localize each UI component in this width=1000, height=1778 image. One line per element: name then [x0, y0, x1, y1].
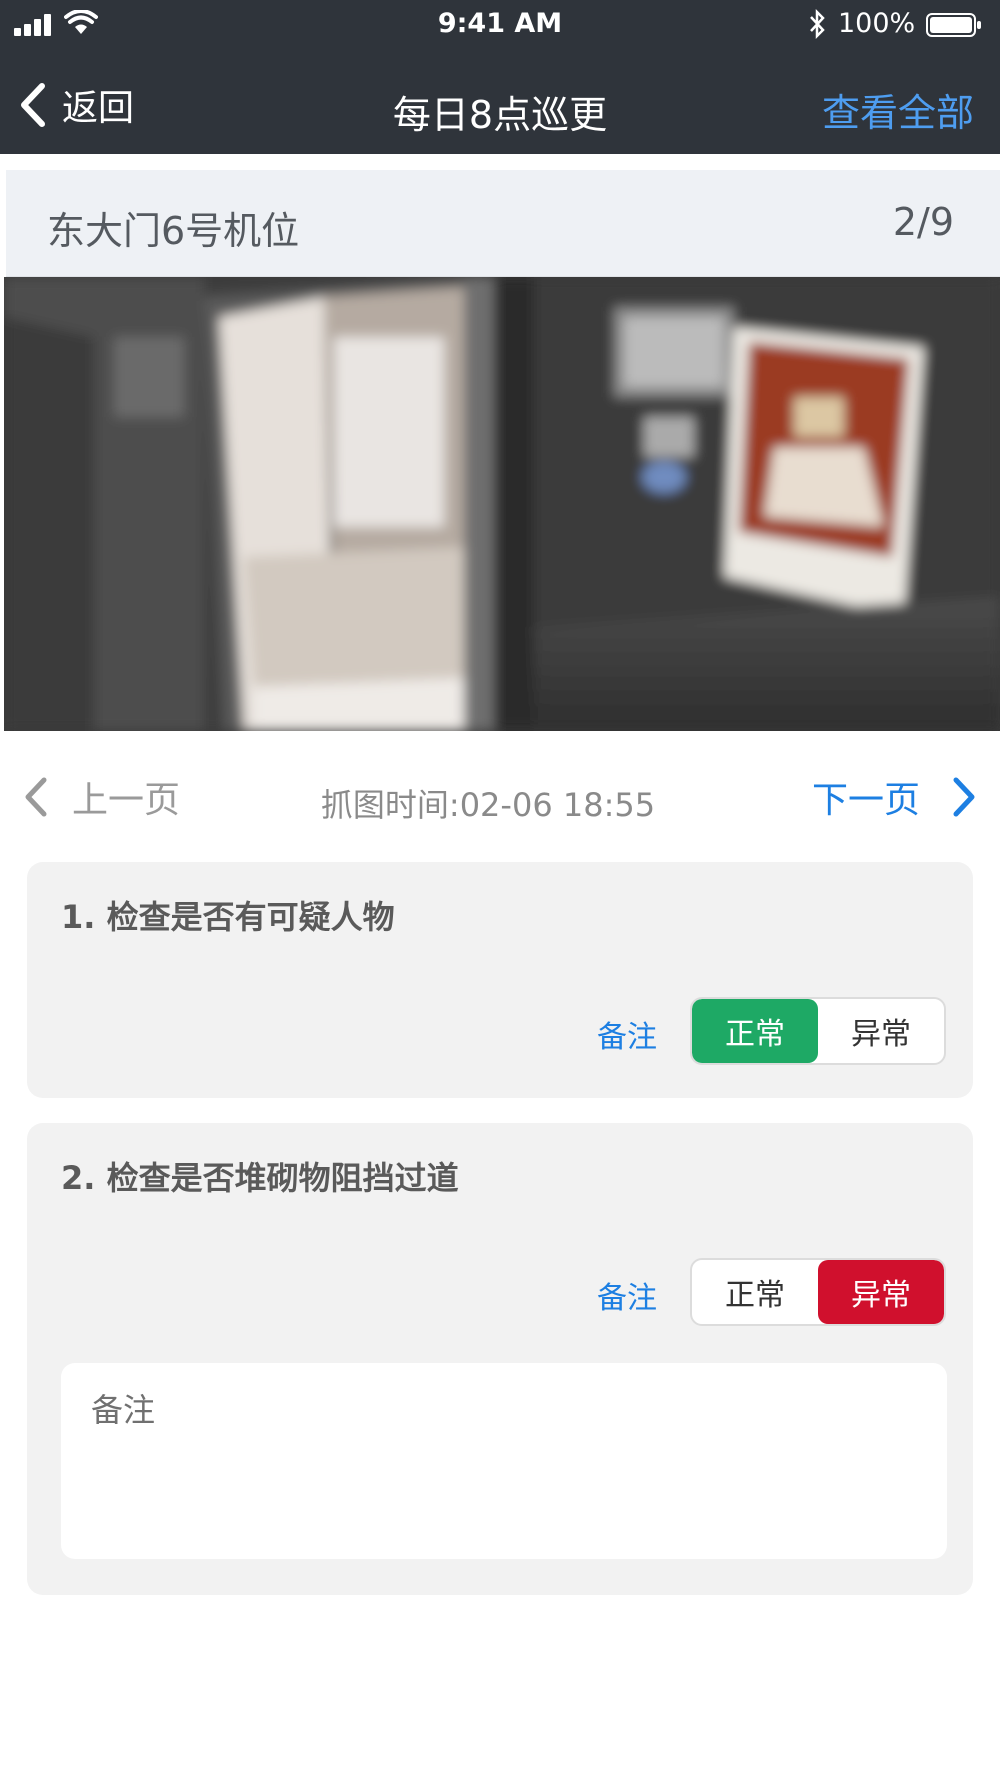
status-toggle: 正常 异常	[690, 1258, 946, 1326]
abnormal-option[interactable]: 异常	[818, 999, 944, 1063]
check-item-question: 1. 检查是否有可疑人物	[61, 898, 395, 936]
battery-icon	[926, 13, 981, 37]
chevron-left-icon	[21, 83, 45, 127]
note-button[interactable]: 备注	[597, 1012, 657, 1056]
view-all-button[interactable]: 查看全部	[822, 82, 974, 137]
next-page-button[interactable]: 下一页	[812, 772, 978, 822]
nav-bar: 返回 每日8点巡更 查看全部	[0, 62, 1000, 154]
battery-percent: 100%	[838, 8, 916, 39]
check-item-card: 1. 检查是否有可疑人物 备注 正常 异常	[27, 862, 973, 1098]
check-item-question: 2. 检查是否堆砌物阻挡过道	[61, 1159, 459, 1197]
check-item-card: 2. 检查是否堆砌物阻挡过道 备注 正常 异常	[27, 1123, 973, 1595]
normal-option[interactable]: 正常	[692, 999, 818, 1063]
next-page-label: 下一页	[811, 780, 920, 821]
abnormal-option[interactable]: 异常	[818, 1260, 944, 1324]
back-button[interactable]: 返回	[18, 78, 134, 132]
bluetooth-icon	[810, 8, 825, 40]
camera-name: 东大门6号机位	[47, 209, 300, 253]
camera-counter: 2/9	[892, 200, 954, 244]
camera-header: 东大门6号机位 2/9	[6, 170, 1000, 277]
chevron-right-icon	[953, 777, 975, 817]
app-header: 9:41 AM 100% 返回 每日8点巡更 查看全部	[0, 0, 1000, 154]
status-bar: 9:41 AM 100%	[0, 0, 1000, 50]
snapshot-image	[4, 277, 1000, 731]
note-button[interactable]: 备注	[597, 1273, 657, 1317]
pager: 上一页 抓图时间:02-06 18:55 下一页	[0, 760, 1000, 836]
remark-input[interactable]	[61, 1363, 947, 1559]
normal-option[interactable]: 正常	[692, 1260, 818, 1324]
back-label: 返回	[62, 88, 135, 129]
status-toggle: 正常 异常	[690, 997, 946, 1065]
camera-snapshot[interactable]	[4, 277, 1000, 731]
